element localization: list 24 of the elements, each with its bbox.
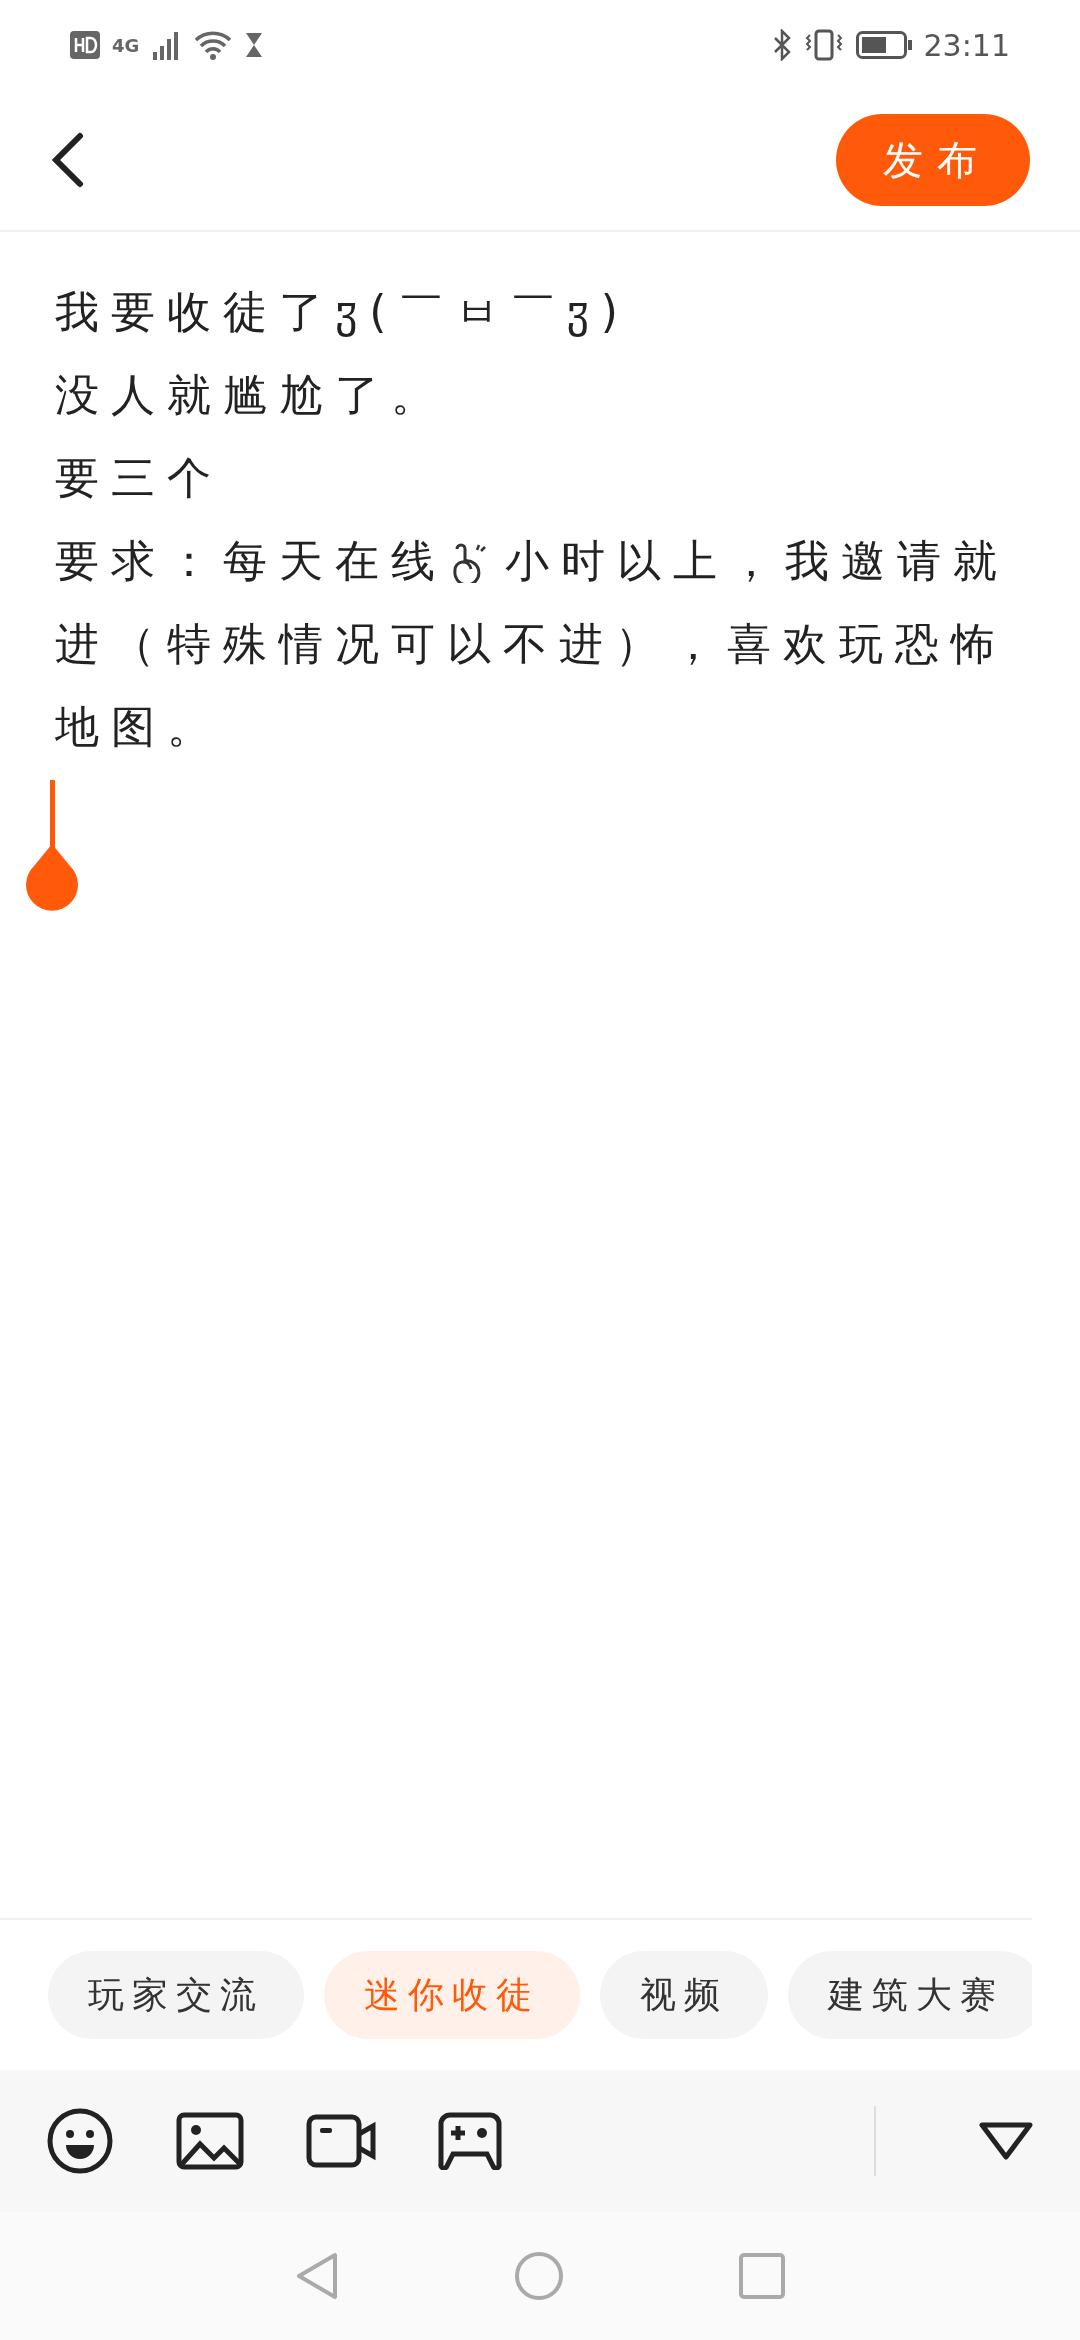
emoji-icon[interactable] <box>46 2107 114 2175</box>
post-text: 小时以上，我邀请就 <box>505 534 1009 588</box>
vibrate-icon <box>803 29 844 61</box>
hourglass-icon <box>245 32 264 58</box>
post-text-line: 我要收徒了ჳ(￣ㅂ￣ჳ) <box>55 285 631 339</box>
post-text: 要求：每天在线 <box>55 534 447 588</box>
topic-chip[interactable]: 建筑大赛 <box>788 1951 1032 2039</box>
gamepad-icon[interactable] <box>438 2112 502 2170</box>
battery-icon <box>855 31 912 59</box>
post-text-line: 进（特殊情况可以不进），喜欢玩恐怖 <box>55 617 1007 671</box>
image-icon[interactable] <box>176 2112 244 2170</box>
hd-icon <box>70 31 100 59</box>
topic-chip[interactable]: 玩家交流 <box>48 1951 304 2039</box>
network-type: 4G <box>112 34 140 56</box>
collapse-icon[interactable] <box>978 2121 1034 2161</box>
bluetooth-icon <box>771 29 792 61</box>
topic-chip[interactable]: 视频 <box>600 1951 768 2039</box>
post-text-line: 地图。 <box>55 700 223 754</box>
post-text-line: 没人就尴尬了。 <box>55 368 447 422</box>
video-icon[interactable] <box>306 2114 376 2168</box>
back-icon[interactable] <box>50 132 86 188</box>
wifi-icon <box>193 30 234 60</box>
clock-time: 23:11 <box>923 27 1010 63</box>
post-text-line: 要三个 <box>55 451 223 505</box>
